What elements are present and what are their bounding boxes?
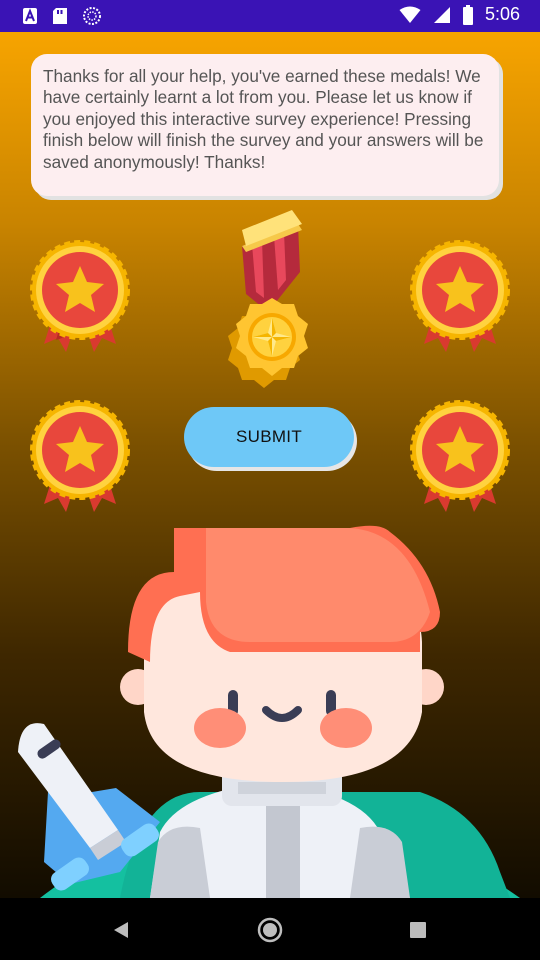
home-icon[interactable]	[256, 916, 284, 944]
navigation-bar	[0, 898, 540, 960]
message-text: Thanks for all your help, you've earned …	[43, 66, 484, 172]
survey-finish-screen: Thanks for all your help, you've earned …	[0, 32, 540, 898]
sd-card-icon	[53, 8, 67, 24]
message-bubble: Thanks for all your help, you've earned …	[31, 54, 499, 196]
star-badge-icon	[410, 240, 510, 352]
sync-icon	[83, 7, 101, 25]
star-badge-icon	[30, 240, 130, 352]
battery-icon	[462, 4, 473, 25]
status-bar-system: 5:06	[399, 4, 520, 25]
astronaut-boy-illustration	[18, 525, 520, 898]
signal-icon	[433, 6, 450, 23]
gold-medal-icon	[228, 210, 308, 388]
submit-button-label: SUBMIT	[235, 427, 303, 446]
status-bar-notifications	[22, 6, 102, 26]
wifi-icon	[399, 6, 421, 23]
submit-button[interactable]: SUBMIT	[184, 407, 354, 467]
status-bar: 5:06	[0, 0, 540, 32]
recents-icon[interactable]	[404, 916, 432, 944]
back-icon[interactable]	[108, 916, 136, 944]
status-time: 5:06	[484, 4, 520, 24]
a-icon	[23, 8, 37, 24]
